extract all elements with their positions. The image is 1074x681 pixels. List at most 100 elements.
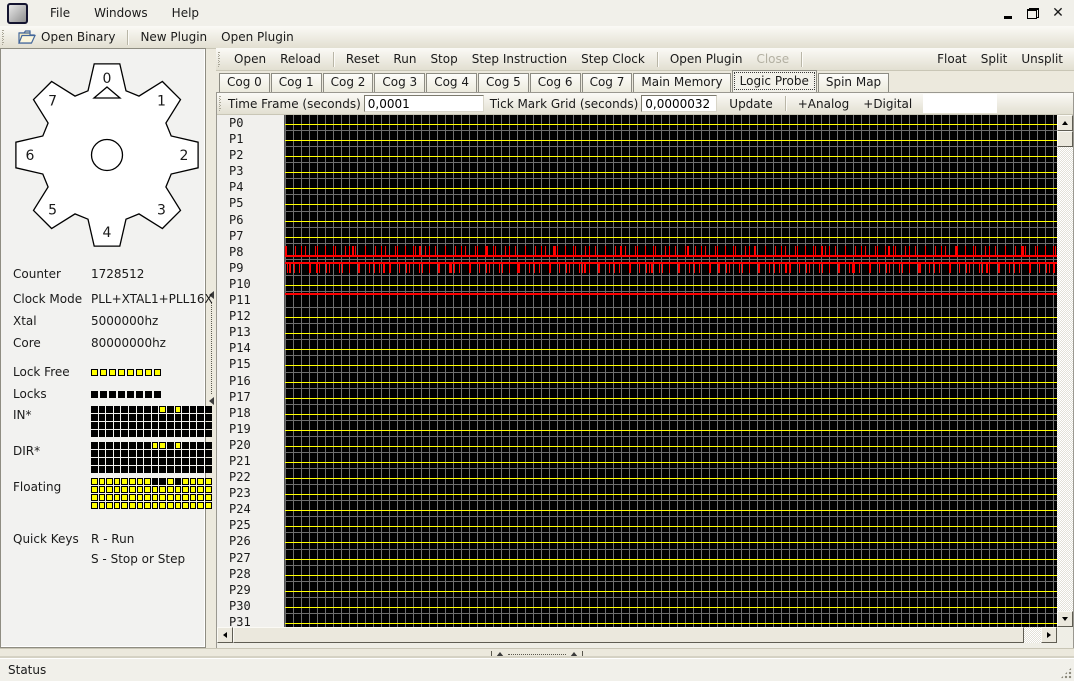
toolbar-grip[interactable] bbox=[218, 52, 222, 67]
pin-grid-row bbox=[91, 494, 212, 501]
tick-mark-grid-input[interactable] bbox=[641, 95, 717, 112]
chip-status-value: 1728512 bbox=[91, 267, 199, 282]
vertical-scroll-track[interactable] bbox=[1057, 147, 1073, 611]
chip-status-row: Xtal5000000hz bbox=[13, 314, 199, 329]
tab-cog-0[interactable]: Cog 0 bbox=[219, 73, 270, 92]
resize-grip[interactable] bbox=[1060, 667, 1072, 679]
menu-item-windows[interactable]: Windows bbox=[82, 3, 160, 23]
emu-button-open-plugin[interactable]: Open Plugin bbox=[663, 50, 750, 68]
propeller-chip-icon[interactable] bbox=[7, 3, 28, 24]
floating-trace bbox=[285, 414, 1057, 415]
open-plugin-button[interactable]: Open Plugin bbox=[214, 28, 301, 46]
dock-button-split[interactable]: Split bbox=[974, 50, 1015, 68]
pin-bit bbox=[137, 422, 144, 429]
floating-trace bbox=[285, 237, 1057, 238]
floating-trace bbox=[285, 221, 1057, 222]
emu-button-stop[interactable]: Stop bbox=[423, 50, 464, 68]
collapse-left-icon[interactable] bbox=[209, 397, 214, 405]
tab-logic-probe[interactable]: Logic Probe bbox=[732, 70, 817, 92]
pin-bit bbox=[190, 478, 197, 485]
dock-button-float[interactable]: Float bbox=[930, 50, 974, 68]
tab-main-memory[interactable]: Main Memory bbox=[633, 73, 730, 92]
pin-bit bbox=[159, 486, 166, 493]
expand-up-icon[interactable] bbox=[570, 652, 578, 657]
restore-window-icon[interactable] bbox=[1027, 8, 1039, 19]
pin-bit bbox=[129, 502, 136, 509]
tab-cog-6[interactable]: Cog 6 bbox=[530, 73, 581, 92]
time-frame-input[interactable] bbox=[364, 95, 484, 112]
pin-grid-dir: DIR* bbox=[13, 442, 201, 473]
probe-blank-field[interactable] bbox=[923, 94, 997, 113]
tab-cog-4[interactable]: Cog 4 bbox=[426, 73, 477, 92]
tab-cog-1[interactable]: Cog 1 bbox=[271, 73, 322, 92]
emu-button-close[interactable]: Close bbox=[749, 50, 796, 68]
toolbar-grip[interactable] bbox=[2, 30, 6, 45]
scroll-right-button[interactable] bbox=[1041, 627, 1057, 643]
vertical-scroll-thumb[interactable] bbox=[1057, 131, 1073, 147]
pin-bit bbox=[167, 502, 174, 509]
pin-bit bbox=[137, 458, 144, 465]
splitter-grip[interactable] bbox=[211, 302, 212, 394]
expand-up-icon[interactable] bbox=[496, 652, 504, 657]
tab-spin-map[interactable]: Spin Map bbox=[818, 73, 889, 92]
pin-bit bbox=[99, 486, 106, 493]
dock-button-unsplit[interactable]: Unsplit bbox=[1014, 50, 1070, 68]
pin-bit bbox=[106, 458, 113, 465]
tab-cog-2[interactable]: Cog 2 bbox=[323, 73, 374, 92]
scroll-left-button[interactable] bbox=[217, 627, 233, 643]
waveform-band-p13 bbox=[285, 324, 1057, 340]
add-analog-button[interactable]: +Analog bbox=[791, 95, 857, 113]
horizontal-scroll-thumb[interactable] bbox=[233, 627, 1024, 643]
pin-bit bbox=[159, 466, 166, 473]
pin-bit bbox=[129, 466, 136, 473]
toolbar-separator bbox=[333, 52, 334, 67]
locks-row: Locks bbox=[13, 387, 199, 402]
close-icon[interactable]: ✕ bbox=[1052, 8, 1064, 19]
pin-bit bbox=[190, 406, 197, 413]
pin-bit bbox=[91, 442, 98, 449]
new-plugin-button[interactable]: New Plugin bbox=[133, 28, 214, 46]
tab-cog-3[interactable]: Cog 3 bbox=[374, 73, 425, 92]
tab-cog-7[interactable]: Cog 7 bbox=[582, 73, 633, 92]
menu-item-help[interactable]: Help bbox=[160, 3, 211, 23]
pin-bit bbox=[159, 458, 166, 465]
horizontal-scrollbar[interactable] bbox=[217, 627, 1057, 643]
toolbar-grip[interactable] bbox=[219, 96, 223, 111]
pin-bit bbox=[106, 494, 113, 501]
minimize-icon[interactable] bbox=[1002, 8, 1014, 19]
tab-cog-5[interactable]: Cog 5 bbox=[478, 73, 529, 92]
open-binary-button[interactable]: Open Binary bbox=[11, 28, 122, 46]
emu-button-reset[interactable]: Reset bbox=[339, 50, 387, 68]
update-button[interactable]: Update bbox=[722, 95, 779, 113]
emu-button-run[interactable]: Run bbox=[386, 50, 423, 68]
pin-bit bbox=[129, 458, 136, 465]
pin-bit bbox=[182, 466, 189, 473]
emu-button-reload[interactable]: Reload bbox=[273, 50, 328, 68]
menu-item-file[interactable]: File bbox=[38, 3, 82, 23]
chip-status-list: Counter1728512Clock ModePLL+XTAL1+PLL16X… bbox=[13, 267, 199, 358]
emu-button-step-instruction[interactable]: Step Instruction bbox=[465, 50, 574, 68]
waveform-plot[interactable] bbox=[284, 115, 1057, 627]
pin-bit bbox=[182, 494, 189, 501]
waveform-band-p9 bbox=[285, 260, 1057, 276]
pin-bit bbox=[91, 414, 98, 421]
scroll-down-button[interactable] bbox=[1057, 611, 1073, 627]
pin-label-p14: P14 bbox=[217, 340, 284, 356]
emu-button-open[interactable]: Open bbox=[227, 50, 273, 68]
vertical-scrollbar[interactable] bbox=[1057, 115, 1073, 627]
pin-bit bbox=[152, 502, 159, 509]
vertical-splitter[interactable] bbox=[206, 48, 216, 648]
pin-label-p21: P21 bbox=[217, 453, 284, 469]
lock-square bbox=[154, 391, 161, 398]
add-digital-button[interactable]: +Digital bbox=[856, 95, 919, 113]
pin-bit bbox=[121, 486, 128, 493]
pin-bit bbox=[175, 414, 182, 421]
horizontal-scroll-track[interactable] bbox=[233, 627, 1041, 643]
lock-square bbox=[91, 369, 98, 376]
scroll-up-button[interactable] bbox=[1057, 115, 1073, 131]
splitter-grip[interactable] bbox=[508, 654, 566, 655]
floating-trace bbox=[285, 382, 1057, 383]
pin-bit bbox=[175, 466, 182, 473]
floating-trace bbox=[285, 559, 1057, 560]
emu-button-step-clock[interactable]: Step Clock bbox=[574, 50, 652, 68]
